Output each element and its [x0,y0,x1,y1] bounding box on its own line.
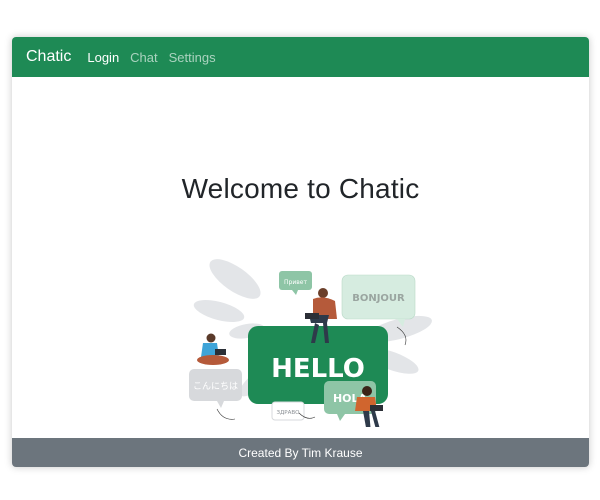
chat-languages-illustration: Привет BONJOUR こんにちは HELLO ЗДРАВО HOLA [189,259,432,427]
bubble-bonjour-text: BONJOUR [352,293,405,304]
bubble-zdravo: ЗДРАВО [271,401,305,421]
brand-link[interactable]: Chatic [26,48,71,66]
footer-credit: Created By Tim Krause [238,445,363,460]
person-left [197,333,229,365]
bubble-bonjour: BONJOUR [341,274,416,327]
nav-link-chat[interactable]: Chat [130,50,157,65]
main-card: Chatic Login Chat Settings Welcome to Ch… [12,37,589,467]
footer: Created By Tim Krause [12,438,589,467]
nav-link-login[interactable]: Login [87,50,119,65]
navbar: Chatic Login Chat Settings [12,37,589,77]
bubble-japanese: こんにちは [189,369,242,408]
bubble-privet: Привет [279,271,312,295]
bubble-japanese-text: こんにちは [193,381,238,392]
bubble-privet-text: Привет [284,279,307,286]
main-content: Welcome to Chatic Привет BONJOUR こんにちは H… [12,77,589,439]
nav-link-settings[interactable]: Settings [169,50,216,65]
bubble-zdravo-text: ЗДРАВО [276,410,300,416]
page-title: Welcome to Chatic [181,173,420,204]
bubble-hello-text: HELLO [271,354,365,384]
